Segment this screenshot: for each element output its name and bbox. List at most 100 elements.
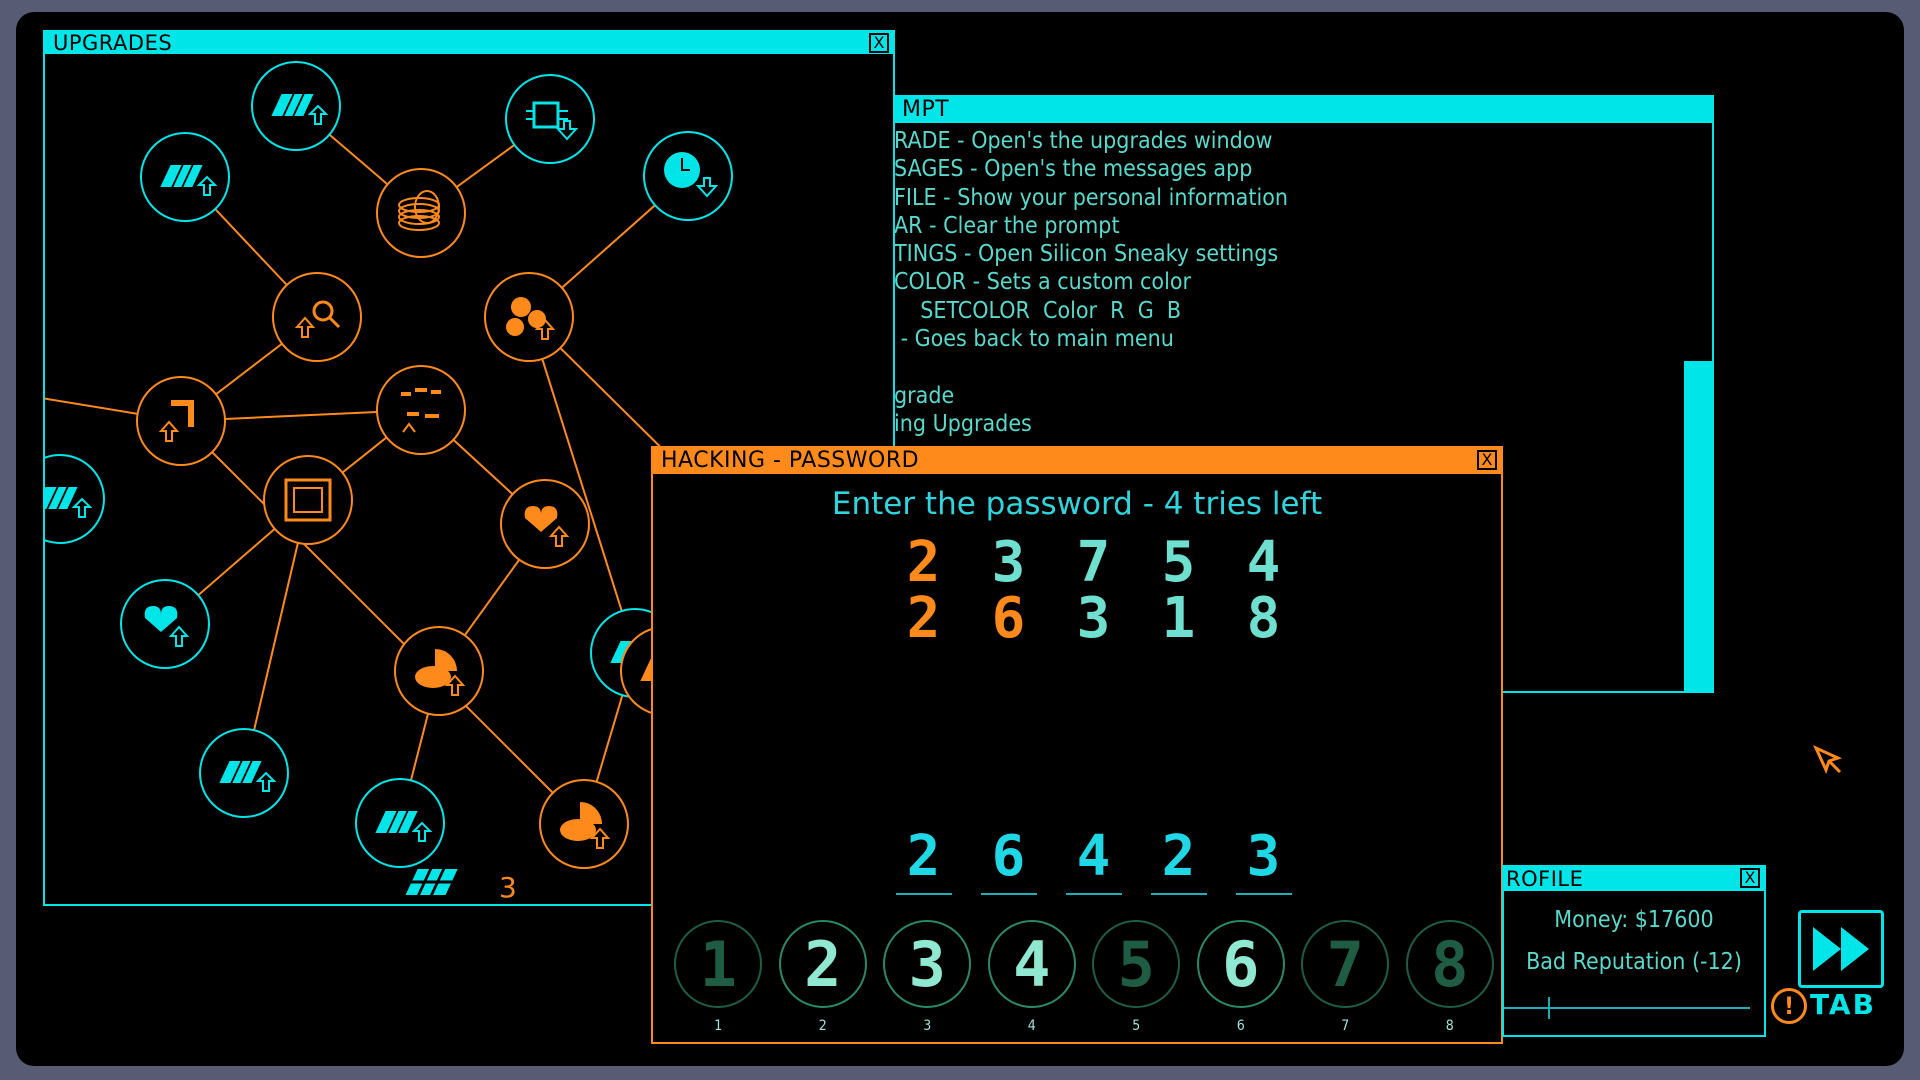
upgrade-node[interactable] bbox=[199, 728, 289, 818]
game-screen: MPT RADE - Open's the upgrades window SAG… bbox=[16, 12, 1904, 1066]
keypad-key-value[interactable]: 3 bbox=[883, 920, 972, 1008]
upgrade-node[interactable] bbox=[355, 778, 445, 868]
entry-underline bbox=[1150, 893, 1207, 895]
fast-forward-icon bbox=[1813, 927, 1869, 971]
reputation-marker bbox=[1548, 997, 1550, 1019]
entry-digit: 2 bbox=[1161, 824, 1196, 889]
upgrade-node[interactable] bbox=[539, 779, 629, 869]
reputation-bar bbox=[1504, 1007, 1750, 1009]
prompt-line: RADE - Open's the upgrades window bbox=[894, 128, 1273, 154]
keypad-key-label: 3 bbox=[923, 1018, 932, 1034]
upgrade-node[interactable] bbox=[376, 168, 466, 258]
upgrade-node-ring[interactable] bbox=[505, 74, 595, 164]
upgrade-node[interactable] bbox=[45, 454, 105, 544]
prompt-line: SAGES - Open's the messages app bbox=[894, 156, 1253, 183]
prompt-line: COLOR - Sets a custom color bbox=[894, 269, 1192, 296]
chip-counter-value: 3 bbox=[499, 871, 517, 904]
upgrade-node[interactable] bbox=[505, 74, 595, 164]
entry-digit: 3 bbox=[1246, 824, 1281, 889]
entry-slot: 3 bbox=[1221, 824, 1306, 895]
attempt-digit: 3 bbox=[1076, 586, 1111, 651]
upgrade-node-ring[interactable] bbox=[263, 455, 353, 545]
keypad-key-4[interactable]: 44 bbox=[980, 920, 1085, 1034]
keypad-key-5[interactable]: 55 bbox=[1084, 920, 1189, 1034]
keypad-key-label: 7 bbox=[1341, 1018, 1350, 1034]
attempt-digit: 8 bbox=[1246, 586, 1281, 651]
upgrade-node[interactable] bbox=[376, 365, 466, 455]
upgrades-close-button[interactable]: X bbox=[869, 33, 889, 53]
upgrade-node[interactable] bbox=[484, 272, 574, 362]
keypad-key-6[interactable]: 66 bbox=[1189, 920, 1294, 1034]
attempt-digit: 1 bbox=[1161, 586, 1196, 651]
upgrade-node-ring[interactable] bbox=[376, 168, 466, 258]
keypad-key-label: 2 bbox=[818, 1018, 827, 1034]
cursor-icon bbox=[1812, 744, 1843, 775]
prompt-title[interactable]: MPT bbox=[894, 97, 1712, 123]
keypad-key-value[interactable]: 7 bbox=[1301, 920, 1390, 1008]
password-close-button[interactable]: X bbox=[1477, 450, 1497, 470]
attempt-row: 26318 bbox=[881, 586, 1306, 651]
entry-slot: 2 bbox=[1136, 824, 1221, 895]
upgrade-node[interactable] bbox=[643, 131, 733, 221]
password-heading: Enter the password - 4 tries left bbox=[831, 486, 1323, 522]
upgrade-node-ring[interactable] bbox=[136, 376, 226, 466]
chip-counter: 3 bbox=[405, 869, 517, 904]
keypad-key-label: 1 bbox=[714, 1018, 723, 1034]
keypad-key-label: 4 bbox=[1027, 1018, 1036, 1034]
prompt-scrollbar-thumb[interactable] bbox=[1684, 361, 1712, 691]
icon-part bbox=[511, 297, 531, 317]
profile-close-button[interactable]: X bbox=[1740, 868, 1760, 888]
keypad-key-2[interactable]: 22 bbox=[771, 920, 876, 1034]
alert-icon[interactable]: ! bbox=[1771, 988, 1807, 1024]
upgrade-node[interactable] bbox=[136, 376, 226, 466]
entry-digit: 2 bbox=[906, 824, 941, 889]
upgrade-node[interactable] bbox=[500, 479, 590, 569]
keypad-key-label: 6 bbox=[1236, 1018, 1245, 1034]
password-entry: 26423 bbox=[881, 824, 1306, 895]
icon-part bbox=[528, 310, 546, 328]
prompt-line bbox=[894, 353, 1288, 381]
upgrade-node[interactable] bbox=[272, 272, 362, 362]
prompt-line: grade bbox=[894, 382, 955, 409]
keypad-key-1[interactable]: 11 bbox=[666, 920, 771, 1034]
entry-underline bbox=[895, 893, 952, 895]
fast-forward-button[interactable] bbox=[1798, 910, 1884, 988]
entry-underline bbox=[980, 893, 1037, 895]
keypad-key-7[interactable]: 77 bbox=[1293, 920, 1398, 1034]
prompt-line: SETCOLOR Color R G B bbox=[894, 297, 1182, 324]
keypad-key-3[interactable]: 33 bbox=[875, 920, 980, 1034]
upgrade-node-ring[interactable] bbox=[376, 365, 466, 455]
prompt-output: RADE - Open's the upgrades window SAGES -… bbox=[894, 127, 1288, 438]
keypad-key-label: 8 bbox=[1445, 1018, 1454, 1034]
entry-slot: 2 bbox=[881, 824, 966, 895]
prompt-line: ing Upgrades bbox=[894, 410, 1032, 437]
profile-title[interactable]: ROFILE bbox=[1504, 867, 1764, 891]
keypad-key-value[interactable]: 8 bbox=[1405, 920, 1494, 1008]
upgrade-node[interactable] bbox=[394, 626, 484, 716]
keypad-key-value[interactable]: 5 bbox=[1092, 920, 1181, 1008]
keypad-key-label: 5 bbox=[1132, 1018, 1141, 1034]
reputation-label: Bad Reputation (-12) bbox=[1526, 949, 1742, 975]
attempt-digit: 6 bbox=[991, 586, 1026, 651]
password-title[interactable]: HACKING - PASSWORD bbox=[653, 448, 1501, 474]
prompt-line: - Goes back to main menu bbox=[894, 326, 1174, 353]
tab-label: TAB bbox=[1810, 988, 1876, 1021]
upgrade-node[interactable] bbox=[120, 579, 210, 669]
prompt-line: FILE - Show your personal information bbox=[894, 184, 1288, 211]
icon-part bbox=[560, 819, 596, 841]
keypad-key-value[interactable]: 1 bbox=[674, 920, 763, 1008]
upgrades-title[interactable]: UPGRADES bbox=[45, 32, 893, 54]
entry-slot: 6 bbox=[966, 824, 1051, 895]
money-label: Money: $17600 bbox=[1554, 907, 1714, 933]
keypad-key-value[interactable]: 4 bbox=[987, 920, 1076, 1008]
keypad-key-8[interactable]: 88 bbox=[1398, 920, 1503, 1034]
upgrade-node[interactable] bbox=[263, 455, 353, 545]
prompt-line: TINGS - Open Silicon Sneaky settings bbox=[894, 241, 1279, 268]
upgrade-node[interactable] bbox=[140, 132, 230, 222]
entry-underline bbox=[1235, 893, 1292, 895]
password-window: HACKING - PASSWORD X Enter the password … bbox=[651, 446, 1503, 1044]
keypad-key-value[interactable]: 2 bbox=[778, 920, 867, 1008]
keypad-key-value[interactable]: 6 bbox=[1196, 920, 1285, 1008]
entry-slot: 4 bbox=[1051, 824, 1136, 895]
upgrade-node[interactable] bbox=[251, 61, 341, 151]
